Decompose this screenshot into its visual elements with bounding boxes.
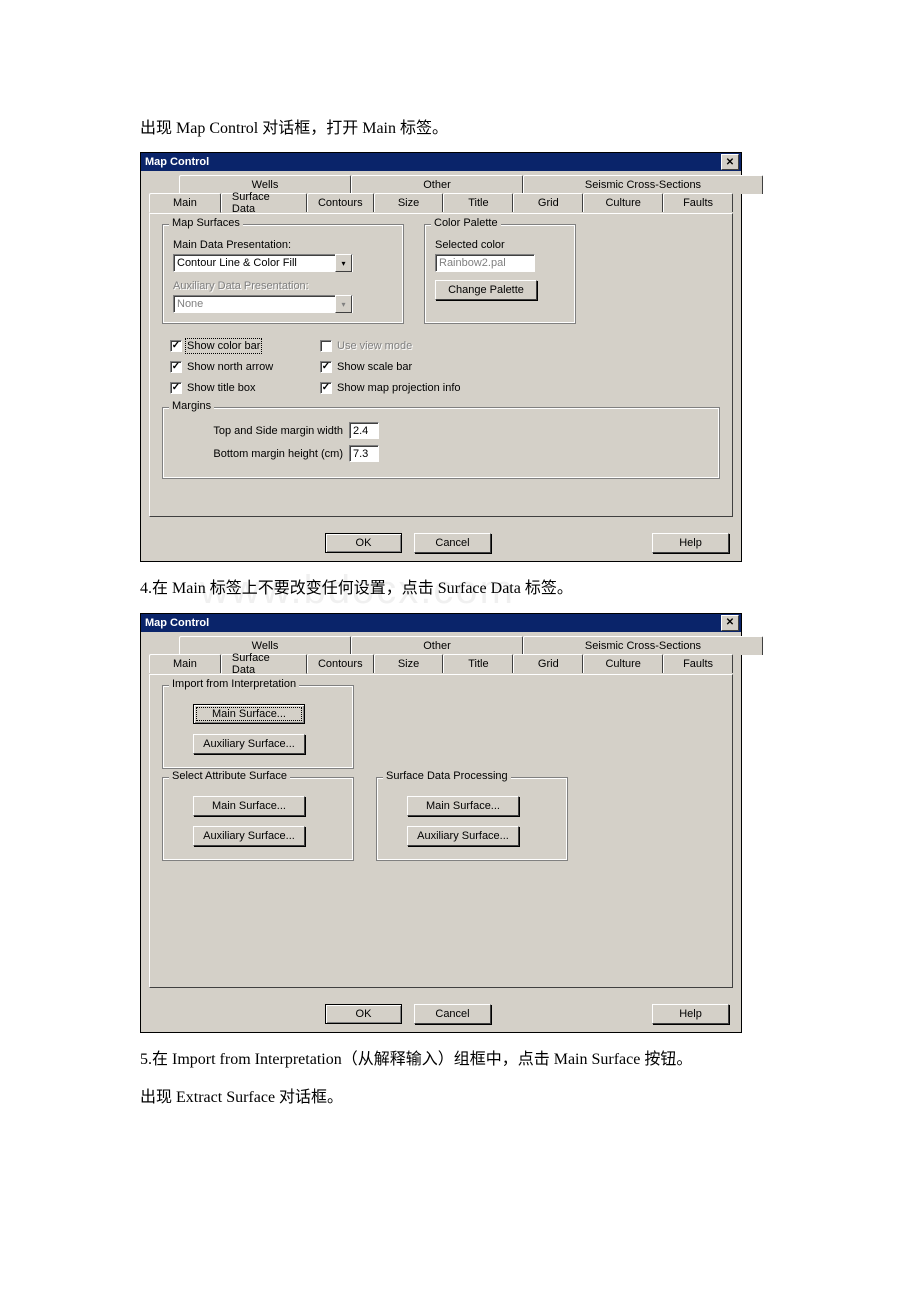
group-legend: Map Surfaces — [169, 217, 243, 229]
import-auxiliary-surface-button[interactable]: Auxiliary Surface... — [193, 734, 305, 754]
group-legend: Import from Interpretation — [169, 678, 299, 690]
check-label: Use view mode — [337, 340, 412, 352]
paragraph-4: 出现 Extract Surface 对话框。 — [140, 1083, 780, 1113]
aux-data-presentation-combo: None ▾ — [173, 295, 353, 313]
show-title-box-check[interactable]: Show title box — [170, 382, 320, 394]
select-main-surface-button[interactable]: Main Surface... — [193, 796, 305, 816]
paragraph-3: 5.在 Import from Interpretation（从解释输入）组框中… — [140, 1045, 780, 1075]
show-map-projection-check[interactable]: Show map projection info — [320, 382, 540, 394]
chevron-down-icon: ▾ — [335, 254, 352, 272]
top-side-margin-label: Top and Side margin width — [193, 425, 343, 437]
bottom-margin-label: Bottom margin height (cm) — [193, 448, 343, 460]
tab-other[interactable]: Other — [351, 636, 523, 655]
combo-value: Contour Line & Color Fill — [177, 257, 297, 269]
surface-data-processing-group: Surface Data Processing Main Surface... … — [376, 777, 568, 861]
tab-contours[interactable]: Contours — [307, 193, 374, 212]
tab-grid[interactable]: Grid — [513, 654, 583, 673]
tab-seismic-cross-sections[interactable]: Seismic Cross-Sections — [523, 175, 763, 194]
selected-color-field: Rainbow2.pal — [435, 254, 535, 272]
select-auxiliary-surface-button[interactable]: Auxiliary Surface... — [193, 826, 305, 846]
select-attribute-surface-group: Select Attribute Surface Main Surface...… — [162, 777, 354, 861]
dialog-footer: OK Cancel Help — [141, 525, 741, 561]
check-label: Show map projection info — [337, 382, 461, 394]
dialog-footer: OK Cancel Help — [141, 996, 741, 1032]
check-label: Show title box — [187, 382, 255, 394]
tab-main[interactable]: Main — [149, 654, 221, 673]
main-tab-panel: Map Surfaces Main Data Presentation: Con… — [149, 213, 733, 517]
checkbox-icon — [170, 361, 182, 373]
check-label: Show color bar — [187, 340, 260, 352]
dialog-title: Map Control — [145, 156, 209, 168]
paragraph-2: 4.在 Main 标签上不要改变任何设置，点击 Surface Data 标签。 — [140, 574, 780, 604]
processing-auxiliary-surface-button[interactable]: Auxiliary Surface... — [407, 826, 519, 846]
main-data-presentation-label: Main Data Presentation: — [173, 239, 393, 251]
tab-faults[interactable]: Faults — [663, 193, 733, 212]
tab-size[interactable]: Size — [374, 193, 444, 212]
tab-contours[interactable]: Contours — [307, 654, 374, 673]
aux-data-presentation-label: Auxiliary Data Presentation: — [173, 280, 393, 292]
paragraph-1: 出现 Map Control 对话框，打开 Main 标签。 — [140, 114, 780, 144]
group-legend: Margins — [169, 400, 214, 412]
tab-surface-data[interactable]: Surface Data — [221, 193, 307, 212]
chevron-down-icon: ▾ — [335, 295, 352, 313]
bottom-margin-input[interactable]: 7.3 — [349, 445, 379, 462]
show-scale-bar-check[interactable]: Show scale bar — [320, 361, 540, 373]
tab-size[interactable]: Size — [374, 654, 444, 673]
group-legend: Select Attribute Surface — [169, 770, 290, 782]
ok-button[interactable]: OK — [325, 533, 402, 553]
selected-color-label: Selected color — [435, 239, 565, 251]
tab-main[interactable]: Main — [149, 193, 221, 213]
tab-other[interactable]: Other — [351, 175, 523, 194]
cancel-button[interactable]: Cancel — [414, 1004, 491, 1024]
processing-main-surface-button[interactable]: Main Surface... — [407, 796, 519, 816]
check-label: Show scale bar — [337, 361, 412, 373]
group-legend: Surface Data Processing — [383, 770, 511, 782]
tab-strip: Wells Other Seismic Cross-Sections Main … — [149, 636, 733, 674]
show-north-arrow-check[interactable]: Show north arrow — [170, 361, 320, 373]
help-button[interactable]: Help — [652, 533, 729, 553]
map-surfaces-group: Map Surfaces Main Data Presentation: Con… — [162, 224, 404, 324]
import-main-surface-button[interactable]: Main Surface... — [193, 704, 305, 724]
surface-data-tab-panel: Import from Interpretation Main Surface.… — [149, 674, 733, 988]
margins-group: Margins Top and Side margin width 2.4 Bo… — [162, 407, 720, 479]
close-icon[interactable]: ✕ — [721, 154, 739, 170]
titlebar: Map Control ✕ — [141, 153, 741, 171]
tab-faults[interactable]: Faults — [663, 654, 733, 673]
combo-value: None — [177, 298, 203, 310]
show-color-bar-check[interactable]: Show color bar — [170, 340, 320, 352]
cancel-button[interactable]: Cancel — [414, 533, 491, 553]
tab-culture[interactable]: Culture — [583, 654, 663, 673]
tab-culture[interactable]: Culture — [583, 193, 663, 212]
check-label: Show north arrow — [187, 361, 273, 373]
help-button[interactable]: Help — [652, 1004, 729, 1024]
checkbox-icon — [170, 382, 182, 394]
tab-surface-data[interactable]: Surface Data — [221, 654, 307, 674]
map-control-dialog-main: Map Control ✕ Wells Other Seismic Cross-… — [140, 152, 742, 562]
top-side-margin-input[interactable]: 2.4 — [349, 422, 379, 439]
tab-seismic-cross-sections[interactable]: Seismic Cross-Sections — [523, 636, 763, 655]
titlebar: Map Control ✕ — [141, 614, 741, 632]
checkbox-icon — [320, 361, 332, 373]
ok-button[interactable]: OK — [325, 1004, 402, 1024]
field-value: Rainbow2.pal — [439, 257, 506, 269]
color-palette-group: Color Palette Selected color Rainbow2.pa… — [424, 224, 576, 324]
import-from-interpretation-group: Import from Interpretation Main Surface.… — [162, 685, 354, 769]
dialog-title: Map Control — [145, 617, 209, 629]
use-view-mode-check: Use view mode — [320, 340, 540, 352]
change-palette-button[interactable]: Change Palette — [435, 280, 537, 300]
tab-title[interactable]: Title — [443, 193, 513, 212]
tab-grid[interactable]: Grid — [513, 193, 583, 212]
map-control-dialog-surface-data: Map Control ✕ Wells Other Seismic Cross-… — [140, 613, 742, 1033]
group-legend: Color Palette — [431, 217, 501, 229]
tab-title[interactable]: Title — [443, 654, 513, 673]
tab-strip: Wells Other Seismic Cross-Sections Main … — [149, 175, 733, 213]
checkbox-icon — [170, 340, 182, 352]
main-data-presentation-combo[interactable]: Contour Line & Color Fill ▾ — [173, 254, 353, 272]
checkbox-icon — [320, 340, 332, 352]
checkbox-icon — [320, 382, 332, 394]
close-icon[interactable]: ✕ — [721, 615, 739, 631]
